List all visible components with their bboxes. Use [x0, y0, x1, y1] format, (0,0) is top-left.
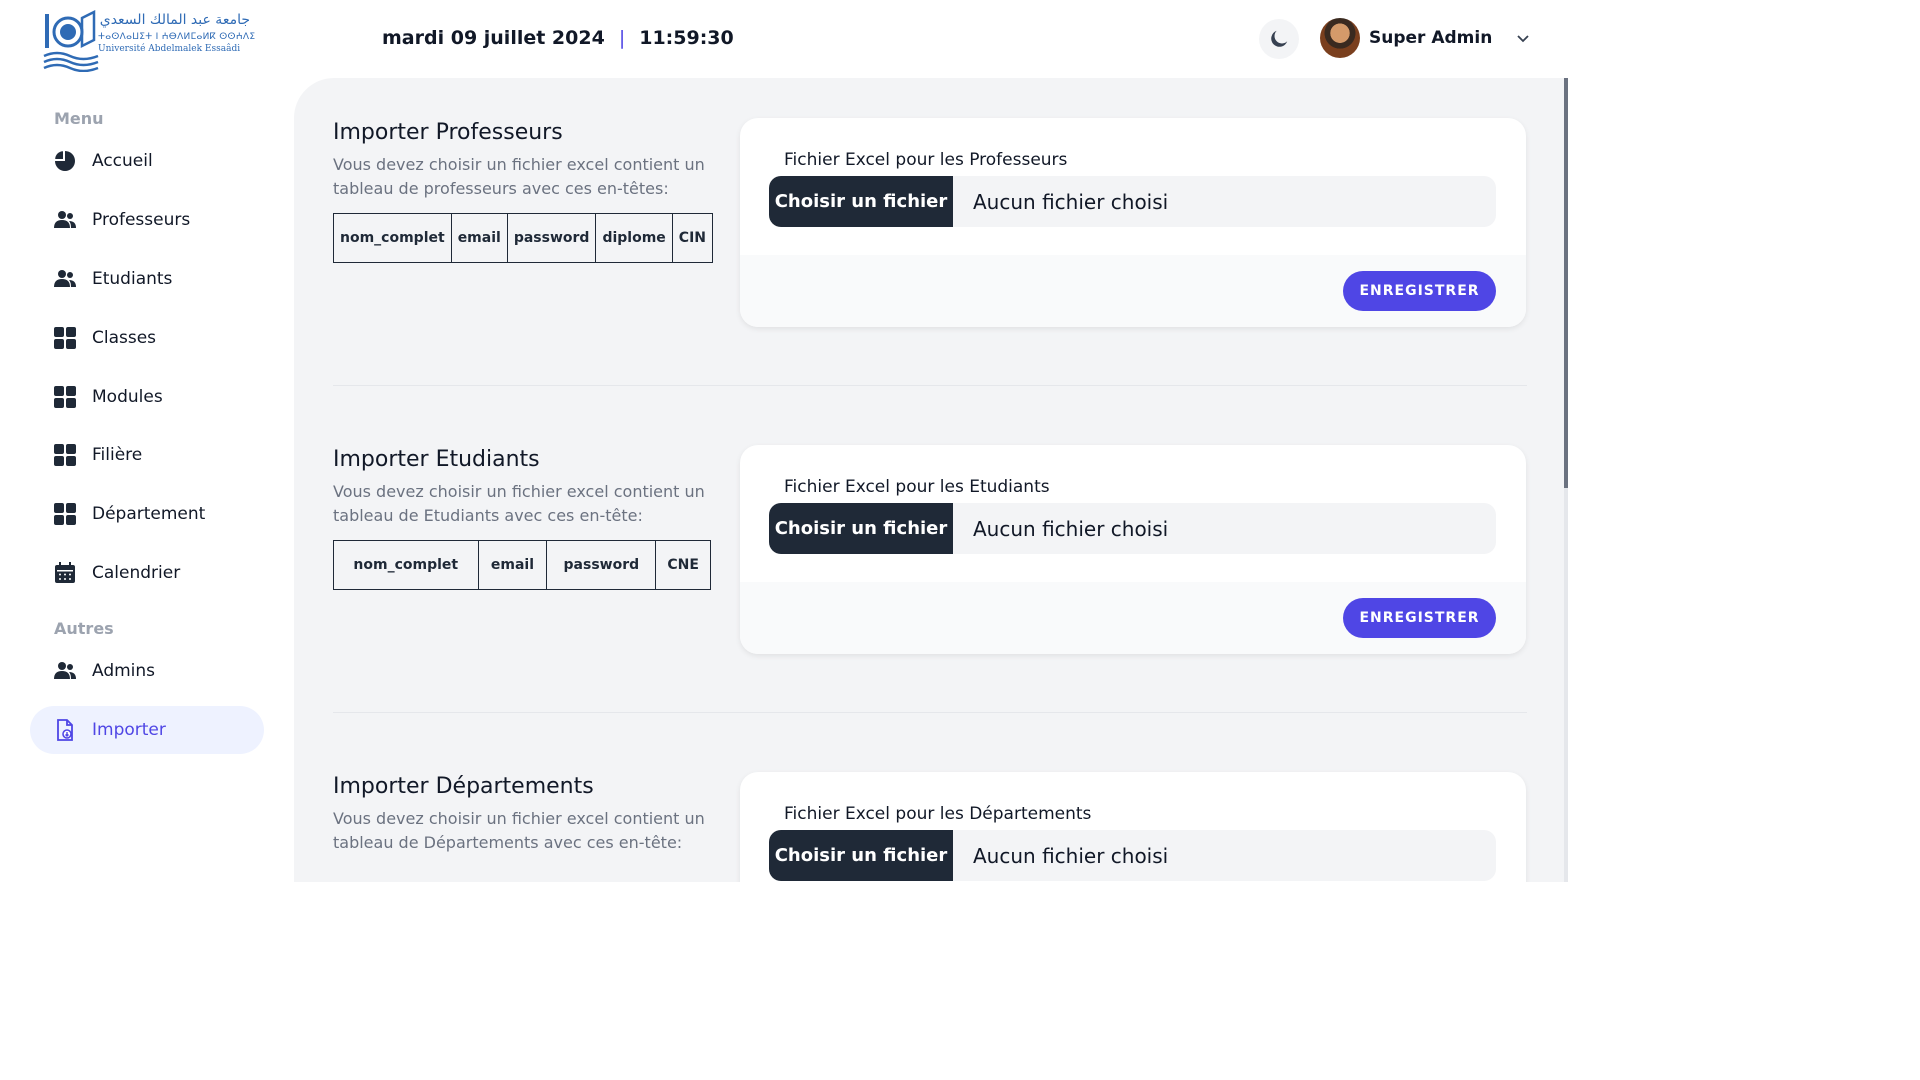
avatar: [1320, 18, 1360, 58]
column-header: CNE: [655, 540, 711, 590]
file-name-text: Aucun fichier choisi: [973, 843, 1169, 868]
sidebar-other-title: Autres: [54, 619, 114, 638]
column-header: CIN: [671, 213, 714, 263]
columns-table: nom_complet email password CNE: [333, 540, 711, 590]
sidebar-item-label: Professeurs: [92, 210, 191, 230]
choose-file-button[interactable]: Choisir un fichier: [769, 176, 953, 227]
user-name: Super Admin: [1369, 28, 1493, 48]
columns-table: nom_complet email password diplome CIN: [333, 213, 714, 263]
sidebar-item-etudiants[interactable]: Etudiants: [30, 255, 264, 303]
section-divider: [333, 712, 1527, 713]
sidebar-item-modules[interactable]: Modules: [30, 373, 264, 421]
scrollbar-track[interactable]: [1564, 78, 1568, 882]
sidebar-item-importer[interactable]: Importer: [30, 706, 264, 754]
logo-tifinagh-text: ⵜⴰⵙⴷⴰⵡⵉⵜ ⵏ ⵄⴱⴷⵍⵎⴰⵍⴽ ⵙⵙⵄⴷⵉ: [98, 32, 256, 42]
file-input[interactable]: Choisir un fichier Aucun fichier choisi: [769, 503, 1496, 554]
current-datetime: mardi 09 juillet 2024 | 11:59:30: [382, 27, 734, 49]
sidebar-item-label: Classes: [92, 328, 157, 348]
choose-file-button[interactable]: Choisir un fichier: [769, 830, 953, 881]
sidebar-item-accueil[interactable]: Accueil: [30, 137, 264, 185]
pie-chart-icon: [54, 150, 76, 172]
import-professeurs-card: Fichier Excel pour les Professeurs Chois…: [740, 118, 1526, 327]
users-icon: [54, 209, 76, 231]
users-icon: [54, 268, 76, 290]
file-input[interactable]: Choisir un fichier Aucun fichier choisi: [769, 830, 1496, 881]
grid-icon: [54, 503, 76, 525]
user-menu[interactable]: Super Admin: [1320, 18, 1533, 58]
column-header: diplome: [595, 213, 673, 263]
sidebar-item-departement[interactable]: Département: [30, 490, 264, 538]
section-description: Vous devez choisir un fichier excel cont…: [333, 155, 705, 198]
logo-emblem-icon: [43, 10, 99, 72]
university-logo[interactable]: جامعة عبد المالك السعدي ⵜⴰⵙⴷⴰⵡⵉⵜ ⵏ ⵄⴱⴷⵍⵎ…: [42, 10, 256, 72]
current-date: mardi 09 juillet 2024: [382, 27, 605, 49]
sidebar-item-classes[interactable]: Classes: [30, 314, 264, 362]
sidebar-item-filiere[interactable]: Filière: [30, 431, 264, 479]
file-field-label: Fichier Excel pour les Départements: [784, 804, 1092, 824]
column-header: password: [506, 213, 597, 263]
sidebar-item-professeurs[interactable]: Professeurs: [30, 196, 264, 244]
logo-arabic-text: جامعة عبد المالك السعدي: [99, 12, 250, 28]
scrollbar-thumb[interactable]: [1564, 78, 1568, 488]
grid-icon: [54, 444, 76, 466]
section-description: Vous devez choisir un fichier excel cont…: [333, 482, 705, 525]
sidebar: Menu Accueil Professeurs Etudiants Class…: [0, 78, 294, 882]
sidebar-item-label: Modules: [92, 387, 163, 407]
column-header: nom_complet: [333, 540, 479, 590]
main-content: Importer Professeurs Vous devez choisir …: [294, 78, 1568, 882]
choose-file-button[interactable]: Choisir un fichier: [769, 503, 953, 554]
sidebar-item-label: Filière: [92, 445, 143, 465]
sidebar-menu-title: Menu: [54, 109, 104, 128]
sidebar-item-label: Accueil: [92, 151, 153, 171]
column-header: email: [450, 213, 508, 263]
calendar-icon: [54, 562, 76, 584]
datetime-separator: |: [618, 27, 626, 49]
sidebar-item-label: Admins: [92, 661, 156, 681]
sidebar-item-label: Département: [92, 504, 206, 524]
file-name-text: Aucun fichier choisi: [973, 516, 1169, 541]
sidebar-item-label: Calendrier: [92, 563, 181, 583]
file-name-text: Aucun fichier choisi: [973, 189, 1169, 214]
file-field-label: Fichier Excel pour les Etudiants: [784, 477, 1050, 497]
save-button[interactable]: ENREGISTRER: [1343, 598, 1496, 638]
column-header: nom_complet: [333, 213, 452, 263]
section-divider: [333, 385, 1527, 386]
current-time: 11:59:30: [639, 27, 734, 49]
column-header: email: [477, 540, 548, 590]
moon-icon: [1271, 30, 1288, 47]
import-etudiants-card: Fichier Excel pour les Etudiants Choisir…: [740, 445, 1526, 654]
card-footer: ENREGISTRER: [740, 582, 1526, 654]
card-footer: ENREGISTRER: [740, 255, 1526, 327]
sidebar-item-calendrier[interactable]: Calendrier: [30, 549, 264, 597]
chevron-down-icon: [1515, 29, 1533, 47]
file-input[interactable]: Choisir un fichier Aucun fichier choisi: [769, 176, 1496, 227]
grid-icon: [54, 386, 76, 408]
sidebar-item-label: Importer: [92, 720, 166, 740]
top-bar: جامعة عبد المالك السعدي ⵜⴰⵙⴷⴰⵡⵉⵜ ⵏ ⵄⴱⴷⵍⵎ…: [0, 0, 1568, 78]
grid-icon: [54, 327, 76, 349]
section-description: Vous devez choisir un fichier excel cont…: [333, 809, 705, 852]
dark-mode-toggle[interactable]: [1259, 19, 1299, 59]
file-field-label: Fichier Excel pour les Professeurs: [784, 150, 1068, 170]
import-departements-card: Fichier Excel pour les Départements Choi…: [740, 772, 1526, 882]
logo-latin-text: Université Abdelmalek Essaâdi: [98, 44, 241, 54]
file-import-icon: [54, 719, 76, 741]
sidebar-item-label: Etudiants: [92, 269, 173, 289]
users-icon: [54, 660, 76, 682]
save-button[interactable]: ENREGISTRER: [1343, 271, 1496, 311]
sidebar-item-admins[interactable]: Admins: [30, 647, 264, 695]
column-header: password: [546, 540, 657, 590]
